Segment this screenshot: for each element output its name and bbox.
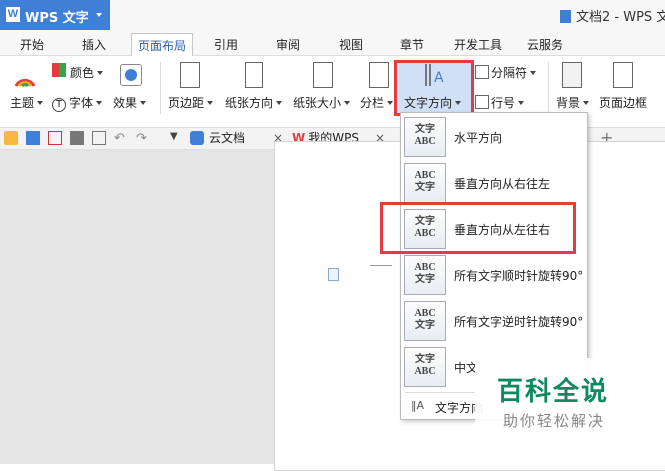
- vertical-rtl-icon: ABC 文字: [404, 163, 446, 203]
- export-pdf-icon[interactable]: [48, 131, 62, 145]
- paragraph-mark-icon: [328, 268, 339, 281]
- tab-review[interactable]: 审阅: [276, 36, 300, 53]
- chinese-direction-icon: 文字 ABC: [404, 347, 446, 387]
- color-button[interactable]: 颜色: [70, 64, 104, 81]
- wps-logo-icon: W: [6, 7, 20, 22]
- document-icon: [560, 10, 571, 23]
- orientation-icon: [245, 62, 263, 88]
- color-icon: [52, 63, 66, 77]
- ribbon-separator: [160, 62, 161, 114]
- page-size-icon: [313, 62, 333, 88]
- selected-option-highlight: [380, 202, 576, 254]
- print-icon[interactable]: [70, 131, 84, 145]
- horizontal-direction-icon: 文字 ABC: [404, 117, 446, 157]
- save-icon[interactable]: [26, 131, 40, 145]
- menu-item-rotate-clockwise[interactable]: ABC 文字 所有文字顺时针旋转90°: [401, 252, 589, 298]
- tab-developer[interactable]: 开发工具: [454, 36, 502, 53]
- background-button[interactable]: 背景: [556, 94, 590, 111]
- orientation-button[interactable]: 纸张方向: [225, 94, 283, 111]
- app-name: WPS 文字: [25, 11, 89, 26]
- columns-button[interactable]: 分栏: [360, 94, 394, 111]
- chevron-down-icon[interactable]: ▼: [170, 131, 184, 145]
- redo-icon[interactable]: ↷: [136, 131, 150, 146]
- tab-view[interactable]: 视图: [339, 36, 363, 53]
- background-icon: [562, 62, 582, 88]
- theme-button[interactable]: 主题: [10, 94, 44, 111]
- tab-page-layout[interactable]: 页面布局: [131, 33, 194, 57]
- line-number-button[interactable]: 行号: [491, 94, 525, 111]
- print-preview-icon[interactable]: [92, 131, 106, 145]
- margin-icon: [180, 62, 200, 88]
- menu-item-rotate-counterclockwise[interactable]: ABC 文字 所有文字逆时针旋转90°: [401, 298, 589, 344]
- doc-tab-cloud[interactable]: 云文档: [190, 128, 245, 148]
- line-number-icon: [475, 95, 489, 109]
- page-size-button[interactable]: 纸张大小: [293, 94, 351, 111]
- open-icon[interactable]: [4, 131, 18, 145]
- text-direction-small-icon: ‖A: [411, 399, 425, 412]
- undo-icon[interactable]: ↶: [114, 131, 128, 146]
- margin-button[interactable]: 页边距: [168, 94, 214, 111]
- font-icon: T: [52, 98, 66, 112]
- tab-cloud-service[interactable]: 云服务: [527, 36, 563, 53]
- rotate-clockwise-icon: ABC 文字: [404, 255, 446, 295]
- watermark-subtitle: 助你轻松解决: [503, 412, 606, 430]
- break-button[interactable]: 分隔符: [491, 64, 537, 81]
- rotate-counterclockwise-icon: ABC 文字: [404, 301, 446, 341]
- break-icon: [475, 65, 489, 79]
- tab-insert[interactable]: 插入: [82, 36, 106, 53]
- tab-references[interactable]: 引用: [214, 36, 238, 53]
- margin-marker: [370, 265, 392, 266]
- menu-item-vertical-right-to-left[interactable]: ABC 文字 垂直方向从右往左: [401, 160, 589, 206]
- font-button[interactable]: T 字体: [52, 94, 103, 112]
- chevron-down-icon: [96, 13, 102, 17]
- svg-text:A: A: [434, 70, 444, 86]
- app-menu-button[interactable]: W WPS 文字: [0, 0, 110, 30]
- effect-icon: [120, 64, 142, 86]
- theme-icon[interactable]: [14, 66, 36, 88]
- document-title: 文档2 - WPS 文...: [560, 6, 665, 25]
- ribbon-separator: [548, 62, 549, 114]
- page-border-button[interactable]: 页面边框: [599, 94, 647, 111]
- cloud-doc-icon: [190, 131, 204, 145]
- tab-home[interactable]: 开始: [20, 36, 44, 53]
- columns-icon: [369, 62, 389, 88]
- watermark-title: 百科全说: [497, 377, 610, 407]
- text-direction-icon: A: [423, 62, 447, 88]
- effect-button[interactable]: 效果: [113, 94, 147, 111]
- page-border-icon: [613, 62, 633, 88]
- tab-chapter[interactable]: 章节: [400, 36, 424, 53]
- menu-item-horizontal[interactable]: 文字 ABC 水平方向: [401, 114, 589, 160]
- text-direction-button[interactable]: 文字方向: [404, 94, 462, 111]
